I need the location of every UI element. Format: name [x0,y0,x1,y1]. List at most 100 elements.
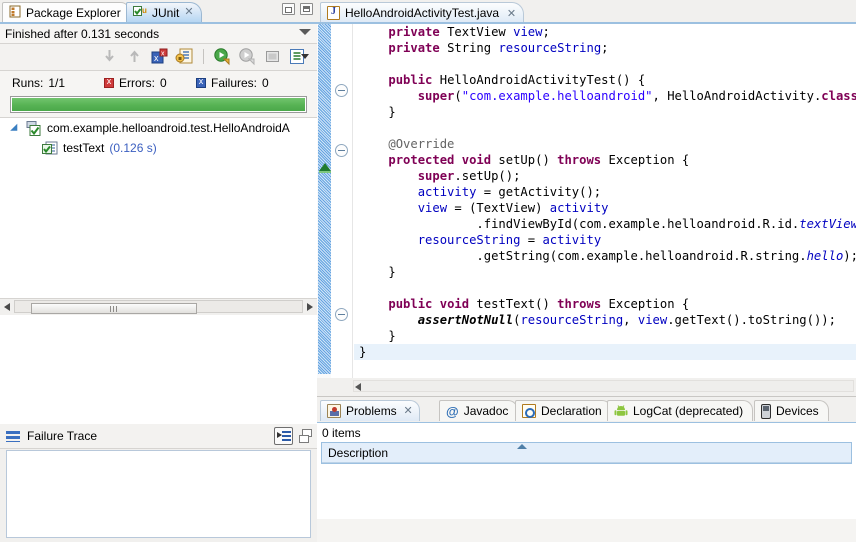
svg-text:x: x [161,51,165,58]
scroll-left-icon[interactable] [4,303,10,311]
failures-label: Failures: [211,76,258,90]
next-failed-test-icon[interactable] [100,47,119,66]
tab-label: JUnit [152,5,180,20]
editor-hscrollbar[interactable] [317,378,856,394]
code-line: } [359,105,396,119]
failures-counter: Failures: 0 [196,76,269,90]
problems-view-body: 0 items Description [317,422,856,519]
editor-hscroll-track[interactable] [353,380,854,392]
folding-ruler[interactable] [331,24,353,380]
rerun-test-failures-icon[interactable] [238,47,257,66]
hscroll-thumb[interactable] [31,303,197,314]
tab-label: Javadoc [463,404,509,418]
fold-collapse-icon[interactable] [335,84,348,97]
tab-devices[interactable]: Devices [754,400,829,421]
failure-trace-header: Failure Trace [0,424,317,449]
previous-failed-test-icon[interactable] [125,47,144,66]
code-line: public HelloAndroidActivityTest() { [388,73,646,87]
errors-counter: Errors: 0 [104,76,167,90]
junit-progress-bar [10,96,307,113]
svg-text:u: u [142,6,147,15]
tab-label: Devices [776,404,819,418]
tab-helloandroidactivitytest-java[interactable]: HelloAndroidActivityTest.java ✕ [320,2,525,22]
junit-status-row: Finished after 0.131 seconds [0,24,317,44]
code-line: public void testText() throws Exception … [388,297,690,311]
code-line: super.setUp(); [417,169,521,183]
runs-counter: Runs: 1/1 [12,76,65,90]
tab-logcat[interactable]: LogCat (deprecated) [607,400,754,421]
column-header-label: Description [328,445,389,460]
code-line: protected void setUp() throws Exception … [388,153,690,167]
junit-icon: u [133,5,148,21]
code-line: activity = getActivity(); [417,185,602,199]
tab-javadoc[interactable]: @ Javadoc [439,400,519,421]
svg-text:x: x [154,53,159,63]
vertical-scrollbar-thumb[interactable] [318,24,332,374]
junit-progress-wrap [0,95,317,117]
fold-collapse-icon[interactable] [335,144,348,157]
maximize-button[interactable] [300,3,313,15]
tab-problems[interactable]: Problems ✕ [320,400,420,421]
tree-item-test-class[interactable]: com.example.helloandroid.test.HelloAndro… [0,118,317,138]
fold-collapse-icon[interactable] [335,308,348,321]
tab-declaration[interactable]: Declaration [515,400,612,421]
code-line: view = (TextView) activity [417,201,609,215]
logcat-android-icon [614,404,628,418]
scroll-left-icon[interactable] [355,383,361,391]
tab-junit[interactable]: u JUnit ✕ [126,2,203,22]
failure-trace-section: Failure Trace [0,424,317,542]
junit-toolbar: xx [0,44,317,71]
failure-trace-icon [6,430,20,442]
view-menu-icon[interactable] [299,29,311,35]
junit-test-tree[interactable]: com.example.helloandroid.test.HelloAndro… [0,117,317,315]
task-marker-icon[interactable] [319,163,331,171]
tree-item-duration: (0.126 s) [109,141,157,155]
tree-item-label: testText [63,141,105,155]
stop-test-run-icon[interactable] [263,47,282,66]
column-header-description[interactable]: Description [322,443,851,463]
close-icon[interactable]: ✕ [184,7,195,18]
problems-item-count: 0 items [322,425,361,440]
failure-trace-buttons [274,427,313,445]
tree-item-test-method[interactable]: testText (0.126 s) [0,138,317,158]
failure-icon [196,76,206,88]
chevron-down-icon[interactable] [301,54,309,59]
overview-ruler[interactable] [317,24,332,380]
junit-tree-hscrollbar[interactable] [0,298,317,315]
failure-trace-body[interactable] [6,450,311,538]
runs-value: 1/1 [48,76,66,90]
javadoc-icon: @ [446,403,459,419]
compare-result-button[interactable] [274,427,293,445]
code-line: private TextView view; [388,25,550,39]
problems-icon [327,404,341,418]
show-tests-in-hierarchy-icon[interactable] [175,47,194,66]
java-source-editor[interactable]: private TextView view; private String re… [317,22,856,394]
close-icon[interactable]: ✕ [403,406,412,417]
minimize-button[interactable] [282,3,295,15]
java-file-icon [327,5,340,20]
failures-value: 0 [262,76,269,90]
failure-trace-title: Failure Trace [27,429,98,443]
show-failures-only-icon[interactable]: xx [150,47,169,66]
error-icon [104,76,114,88]
junit-progress-fill [12,98,305,111]
close-icon[interactable]: ✕ [507,7,516,20]
chevron-down-icon[interactable] [12,123,23,134]
problems-table[interactable]: Description [321,442,852,464]
code-line: resourceString = activity [417,233,602,247]
scroll-right-icon[interactable] [307,303,313,311]
code-line: .findViewById(com.example.helloandroid.R… [359,217,856,231]
tab-package-explorer[interactable]: Package Explorer [2,2,129,22]
sort-ascending-icon[interactable] [516,444,527,449]
junit-status-text: Finished after 0.131 seconds [5,26,160,41]
restore-minimize-buttons[interactable] [298,428,313,444]
hscroll-track[interactable] [14,300,303,314]
tab-label: LogCat (deprecated) [633,404,744,418]
rerun-test-icon[interactable] [213,47,232,66]
code-line: } [359,265,396,279]
editor-tab-label: HelloAndroidActivityTest.java [345,5,500,20]
tree-item-label: com.example.helloandroid.test.HelloAndro… [47,121,290,135]
errors-value: 0 [160,76,167,90]
source-code[interactable]: private TextView view; private String re… [354,24,856,380]
